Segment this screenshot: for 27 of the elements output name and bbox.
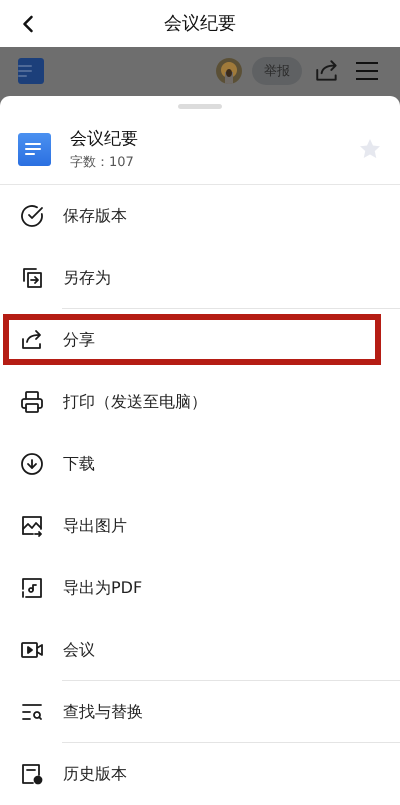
history-icon [20, 762, 44, 786]
menu-item[interactable]: 打印（发送至电脑） [0, 371, 400, 433]
document-title: 会议纪要 [70, 128, 139, 150]
menu-item[interactable]: 导出图片 [0, 495, 400, 557]
menu-item[interactable]: 查找与替换 [0, 681, 400, 743]
menu-item[interactable]: 历史版本 [0, 743, 400, 805]
menu-item[interactable]: 另存为 [0, 247, 400, 309]
download-icon [20, 452, 44, 476]
menu-item[interactable]: 分享 [0, 309, 400, 371]
printer-icon [20, 390, 44, 414]
star-icon [358, 137, 382, 161]
word-count: 字数：107 [70, 154, 135, 171]
menu-item[interactable]: 导出为PDF [0, 557, 400, 619]
star-button[interactable] [358, 137, 382, 161]
menu-item[interactable]: 保存版本 [0, 185, 400, 247]
copy-arrow-icon [20, 266, 44, 290]
document-icon [18, 132, 51, 166]
menu-item[interactable]: 会议 [0, 619, 400, 681]
sheet-handle[interactable] [178, 104, 222, 109]
menu-item[interactable]: 下载 [0, 433, 400, 495]
share-icon [20, 328, 44, 352]
document-export-icon [20, 576, 44, 600]
document-icon [18, 58, 44, 84]
image-export-icon [20, 514, 44, 538]
check-circle-icon [20, 204, 44, 228]
page-title: 会议纪要 [164, 12, 236, 36]
menu-icon [355, 61, 379, 82]
